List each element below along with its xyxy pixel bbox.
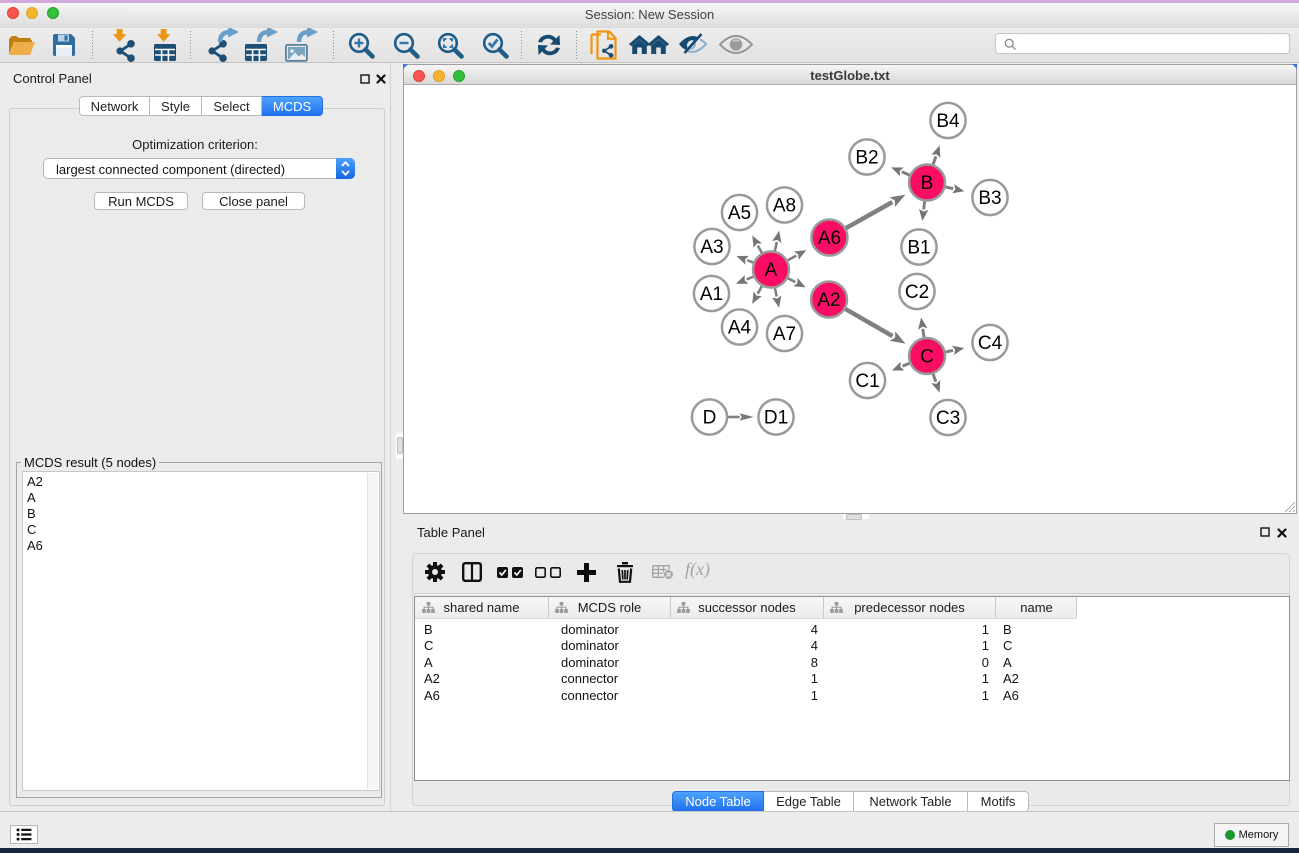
svg-text:B2: B2 xyxy=(855,148,878,169)
svg-text:B1: B1 xyxy=(907,238,930,259)
svg-text:C4: C4 xyxy=(978,333,1003,354)
svg-text:C2: C2 xyxy=(905,282,929,303)
svg-text:B3: B3 xyxy=(978,188,1001,209)
svg-text:A4: A4 xyxy=(728,318,752,339)
svg-text:A8: A8 xyxy=(773,196,796,217)
svg-text:C: C xyxy=(920,347,934,368)
svg-text:C1: C1 xyxy=(855,371,879,392)
svg-text:A3: A3 xyxy=(700,237,723,258)
svg-text:B: B xyxy=(921,173,934,194)
svg-text:D1: D1 xyxy=(764,408,788,429)
svg-text:D: D xyxy=(703,408,717,429)
svg-text:A6: A6 xyxy=(818,228,841,249)
svg-text:C3: C3 xyxy=(936,408,960,429)
svg-text:A5: A5 xyxy=(728,203,751,224)
svg-text:A: A xyxy=(765,260,778,281)
svg-text:A7: A7 xyxy=(773,324,796,345)
svg-text:B4: B4 xyxy=(936,111,960,132)
svg-text:A2: A2 xyxy=(817,290,840,311)
svg-text:A1: A1 xyxy=(700,284,723,305)
